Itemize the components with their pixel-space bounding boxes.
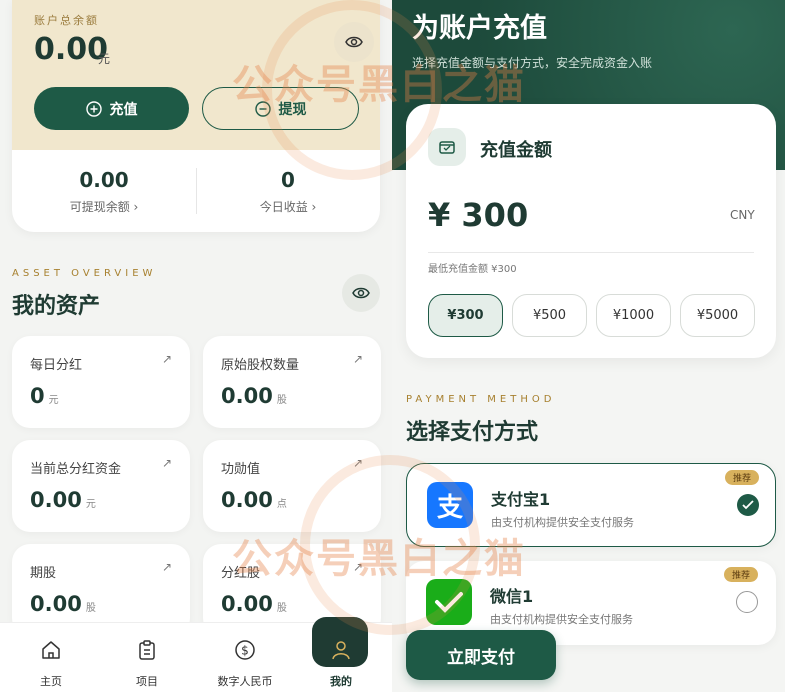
recharge-label: 充值 (109, 101, 138, 118)
withdraw-label: 提现 (278, 101, 307, 118)
balance-amount: 0.00 (34, 32, 109, 67)
asset-value: 0.00 元 (30, 488, 96, 512)
arrow-up-right-icon: ↗ (352, 456, 363, 470)
amount-title: 充值金额 (480, 140, 552, 161)
eye-icon (352, 287, 370, 299)
tab-digital-rmb[interactable]: $ 数字人民币 (196, 623, 294, 692)
asset-card-merit-points[interactable]: 功勋值 ↗ 0.00 点 (203, 440, 381, 532)
tab-label: 数字人民币 (217, 675, 273, 688)
amount-chip-300[interactable]: ¥300 (428, 294, 503, 337)
selected-check-icon (737, 494, 759, 516)
asset-name: 原始股权数量 (221, 358, 300, 373)
asset-name: 每日分红 (30, 358, 83, 373)
asset-name: 当前总分红资金 (30, 462, 122, 477)
asset-value: 0.00 股 (221, 384, 287, 408)
arrow-up-right-icon: ↗ (161, 456, 172, 470)
toggle-visibility-button[interactable] (334, 22, 374, 62)
amount-chip-5000[interactable]: ¥5000 (680, 294, 755, 337)
balance-card: 账户总余额 0.00 元 充值 提现 0.00 可提现余额 › 0 今日收益 › (12, 0, 380, 232)
radio-unselected[interactable] (736, 591, 758, 613)
dollar-coin-icon: $ (235, 640, 255, 660)
toggle-assets-visibility-button[interactable] (342, 274, 380, 312)
asset-name: 功勋值 (221, 462, 261, 477)
today-earnings-stat[interactable]: 0 今日收益 › (196, 168, 380, 215)
payment-desc: 由支付机构提供安全支付服务 (490, 613, 633, 626)
tab-label: 项目 (136, 675, 158, 688)
balance-label: 账户总余额 (34, 14, 99, 27)
arrow-up-right-icon: ↗ (352, 560, 363, 574)
wechat-pay-icon (426, 579, 472, 625)
page-subtitle: 选择充值金额与支付方式，安全完成资金入账 (412, 56, 653, 70)
alipay-icon: 支 (427, 482, 473, 528)
payment-option-alipay[interactable]: 支 支付宝1 由支付机构提供安全支付服务 推荐 (406, 463, 776, 547)
recommended-badge: 推荐 (725, 470, 760, 485)
asset-card-total-dividend-fund[interactable]: 当前总分红资金 ↗ 0.00 元 (12, 440, 190, 532)
min-amount-note: 最低充值金额 ¥300 (428, 264, 517, 275)
eye-icon (345, 36, 363, 48)
stat-label: 可提现余额 › (69, 200, 139, 214)
payment-desc: 由支付机构提供安全支付服务 (491, 516, 634, 529)
tab-mine[interactable]: 我的 (292, 623, 390, 692)
payment-name: 微信1 (490, 587, 534, 606)
amount-chip-500[interactable]: ¥500 (512, 294, 587, 337)
asset-card-daily-dividend[interactable]: 每日分红 ↗ 0元 (12, 336, 190, 428)
stat-label: 今日收益 › (259, 200, 317, 214)
amount-input[interactable]: ¥ 300 (428, 196, 528, 234)
tab-label: 主页 (40, 675, 62, 688)
bottom-tab-bar: 主页 项目 $ 数字人民币 我的 (0, 617, 392, 692)
asset-value: 0.00 点 (221, 488, 287, 512)
recharge-screen: 为账户充值 选择充值金额与支付方式，安全完成资金入账 充值金额 ¥ 300 CN… (392, 0, 785, 692)
withdraw-button[interactable]: 提现 (202, 87, 359, 130)
asset-card-original-equity[interactable]: 原始股权数量 ↗ 0.00 股 (203, 336, 381, 428)
arrow-up-right-icon: ↗ (352, 352, 363, 366)
stat-value: 0.00 (79, 168, 129, 192)
divider (428, 252, 754, 253)
payment-kicker: PAYMENT METHOD (406, 394, 556, 405)
overview-title: 我的资产 (12, 294, 101, 319)
assets-screen: 账户总余额 0.00 元 充值 提现 0.00 可提现余额 › 0 今日收益 ›… (0, 0, 392, 692)
minus-circle-icon (254, 100, 271, 117)
recommended-badge: 推荐 (724, 567, 759, 582)
stat-value: 0 (281, 168, 295, 192)
currency-label: CNY (730, 208, 755, 222)
balance-unit: 元 (98, 52, 111, 66)
withdrawable-balance-stat[interactable]: 0.00 可提现余额 › (12, 168, 196, 215)
asset-name: 分红股 (221, 566, 261, 581)
wallet-icon (428, 128, 466, 166)
tab-home[interactable]: 主页 (2, 623, 100, 692)
overview-kicker: ASSET OVERVIEW (12, 268, 157, 279)
page-title: 为账户充值 (412, 13, 547, 44)
arrow-up-right-icon: ↗ (161, 560, 172, 574)
user-icon (332, 641, 350, 660)
arrow-up-right-icon: ↗ (161, 352, 172, 366)
pay-now-button[interactable]: 立即支付 (406, 630, 556, 680)
asset-value: 0元 (30, 384, 59, 408)
asset-value: 0.00 股 (221, 592, 287, 616)
svg-text:$: $ (241, 644, 249, 658)
asset-name: 期股 (30, 566, 57, 581)
tab-projects[interactable]: 项目 (98, 623, 196, 692)
home-icon (42, 641, 60, 659)
clipboard-icon (139, 640, 155, 660)
asset-value: 0.00 股 (30, 592, 96, 616)
recharge-button[interactable]: 充值 (34, 87, 189, 130)
payment-title: 选择支付方式 (406, 420, 539, 445)
amount-card: 充值金额 ¥ 300 CNY 最低充值金额 ¥300 ¥300 ¥500 ¥10… (406, 104, 776, 358)
tab-label: 我的 (330, 675, 352, 688)
amount-chip-1000[interactable]: ¥1000 (596, 294, 671, 337)
plus-circle-icon (85, 100, 102, 117)
payment-name: 支付宝1 (491, 490, 551, 509)
